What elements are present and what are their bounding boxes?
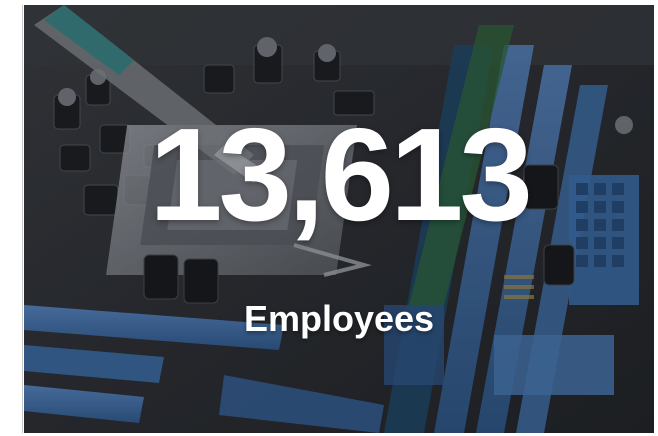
stat-value: 13,613	[149, 101, 533, 248]
left-border	[22, 5, 23, 433]
stat-card: 13,613 Employees	[24, 5, 654, 433]
stat-label: Employees	[243, 298, 435, 339]
